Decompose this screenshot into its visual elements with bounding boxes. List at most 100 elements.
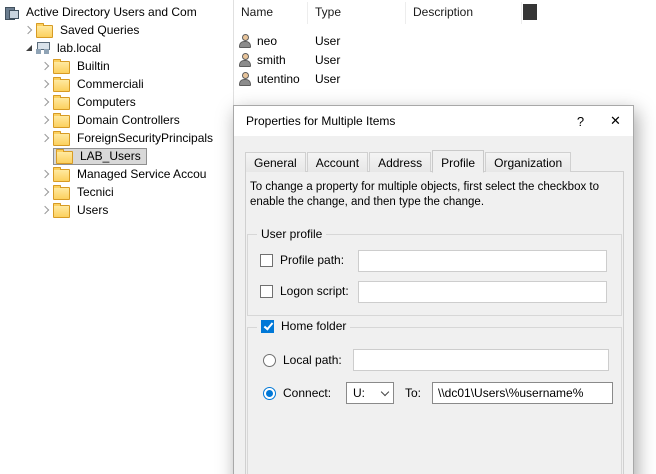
directory-icon [5, 6, 19, 19]
tree-item-label: Domain Controllers [75, 112, 182, 128]
dialog-title: Properties for Multiple Items [234, 114, 395, 128]
list-header: Name Type Description [234, 2, 656, 24]
tree-item-label: Tecnici [75, 184, 116, 200]
chevron-placeholder [38, 149, 53, 164]
folder-icon [53, 97, 70, 110]
tree-item-label: Managed Service Accou [75, 166, 208, 182]
tree-item-foreign-security-principals[interactable]: ForeignSecurityPrincipals [0, 129, 233, 147]
list-row-neo[interactable]: neo User [234, 31, 656, 50]
user-profile-group: User profile [247, 234, 622, 316]
tree-item-label: Saved Queries [58, 22, 141, 38]
drive-letter-dropdown[interactable]: U: [346, 382, 394, 404]
tree-item-label: Builtin [75, 58, 112, 74]
tab-profile[interactable]: Profile [432, 150, 484, 173]
dialog-description: To change a property for multiple object… [250, 180, 618, 210]
connect-radio[interactable] [263, 387, 276, 400]
profile-path-checkbox[interactable] [260, 254, 273, 267]
tree-item-builtin[interactable]: Builtin [0, 57, 233, 75]
chevron-right-icon[interactable] [38, 203, 53, 218]
chevron-down-icon[interactable] [21, 41, 36, 56]
column-header-description[interactable]: Description [406, 2, 522, 24]
tree-item-label: Active Directory Users and Com [24, 4, 199, 20]
logon-script-row: Logon script: [260, 284, 349, 298]
chevron-right-icon[interactable] [38, 113, 53, 128]
home-folder-caption: Home folder [257, 319, 350, 333]
folder-icon [53, 187, 70, 200]
chevron-right-icon[interactable] [38, 185, 53, 200]
tree-item-managed-service-accounts[interactable]: Managed Service Accou [0, 165, 233, 183]
user-icon [239, 34, 252, 48]
chevron-right-icon[interactable] [38, 95, 53, 110]
properties-dialog: Properties for Multiple Items ? ✕ Genera… [233, 105, 634, 474]
dialog-titlebar[interactable]: Properties for Multiple Items ? ✕ [234, 106, 633, 136]
close-button[interactable]: ✕ [598, 106, 633, 136]
folder-icon [53, 61, 70, 74]
to-label: To: [405, 386, 421, 400]
user-type: User [308, 34, 406, 48]
local-path-input[interactable] [353, 349, 609, 371]
chevron-down-icon [377, 383, 393, 403]
tab-account[interactable]: Account [307, 152, 368, 172]
column-header-type[interactable]: Type [308, 2, 406, 24]
tree-item-tecnici[interactable]: Tecnici [0, 183, 233, 201]
chevron-right-icon[interactable] [38, 77, 53, 92]
selected-tree-item[interactable]: LAB_Users [53, 148, 147, 165]
connect-row: Connect: [263, 386, 331, 400]
chevron-right-icon[interactable] [21, 23, 36, 38]
list-rows: neo User smith User utentino User [234, 31, 656, 88]
folder-icon [53, 205, 70, 218]
tree-item-label: Users [75, 202, 110, 218]
list-row-utentino[interactable]: utentino User [234, 69, 656, 88]
tree-item-lab-local[interactable]: lab.local [0, 39, 233, 57]
tab-address[interactable]: Address [369, 152, 431, 172]
tree-item-users[interactable]: Users [0, 201, 233, 219]
user-name: utentino [257, 72, 300, 86]
tree-item-label: lab.local [55, 40, 103, 56]
tree-item-label: ForeignSecurityPrincipals [75, 130, 215, 146]
column-header-name[interactable]: Name [234, 2, 308, 24]
tab-organization[interactable]: Organization [485, 152, 571, 172]
logon-script-checkbox[interactable] [260, 285, 273, 298]
logon-script-input[interactable] [358, 281, 607, 303]
tree-item-saved-queries[interactable]: Saved Queries [0, 21, 233, 39]
local-path-label[interactable]: Local path: [283, 353, 342, 367]
tree-item-computers[interactable]: Computers [0, 93, 233, 111]
tab-general[interactable]: General [245, 152, 306, 172]
folder-icon [53, 115, 70, 128]
user-type: User [308, 53, 406, 67]
folder-icon [56, 151, 73, 164]
help-button[interactable]: ? [563, 106, 598, 136]
chevron-right-icon[interactable] [38, 167, 53, 182]
home-folder-path-input[interactable] [432, 382, 613, 404]
profile-path-label[interactable]: Profile path: [280, 253, 344, 267]
user-name: smith [257, 53, 286, 67]
chevron-right-icon[interactable] [38, 59, 53, 74]
tree-item-label: Commerciali [75, 76, 146, 92]
tree-item-label: Computers [75, 94, 138, 110]
tree-item-domain-controllers[interactable]: Domain Controllers [0, 111, 233, 129]
user-name: neo [257, 34, 277, 48]
drive-letter-value: U: [353, 386, 377, 400]
home-folder-label[interactable]: Home folder [281, 319, 346, 333]
header-dark-block [523, 4, 537, 20]
home-folder-checkbox[interactable] [261, 320, 274, 333]
dialog-tabs: General Account Address Profile Organiza… [245, 150, 572, 172]
domain-icon [36, 42, 50, 54]
tree-panel: Active Directory Users and Com Saved Que… [0, 0, 233, 474]
tree-item-lab-users[interactable]: LAB_Users [0, 147, 233, 165]
tree-item-root[interactable]: Active Directory Users and Com [0, 3, 233, 21]
chevron-right-icon[interactable] [38, 131, 53, 146]
user-icon [239, 72, 252, 86]
folder-icon [53, 169, 70, 182]
profile-path-input[interactable] [358, 250, 607, 272]
titlebar-buttons: ? ✕ [563, 106, 633, 136]
user-icon [239, 53, 252, 67]
folder-icon [36, 25, 53, 38]
local-path-radio[interactable] [263, 354, 276, 367]
connect-label[interactable]: Connect: [283, 386, 331, 400]
folder-icon [53, 133, 70, 146]
tree-item-commerciali[interactable]: Commerciali [0, 75, 233, 93]
list-row-smith[interactable]: smith User [234, 50, 656, 69]
logon-script-label[interactable]: Logon script: [280, 284, 349, 298]
tree-item-label: LAB_Users [78, 148, 143, 164]
